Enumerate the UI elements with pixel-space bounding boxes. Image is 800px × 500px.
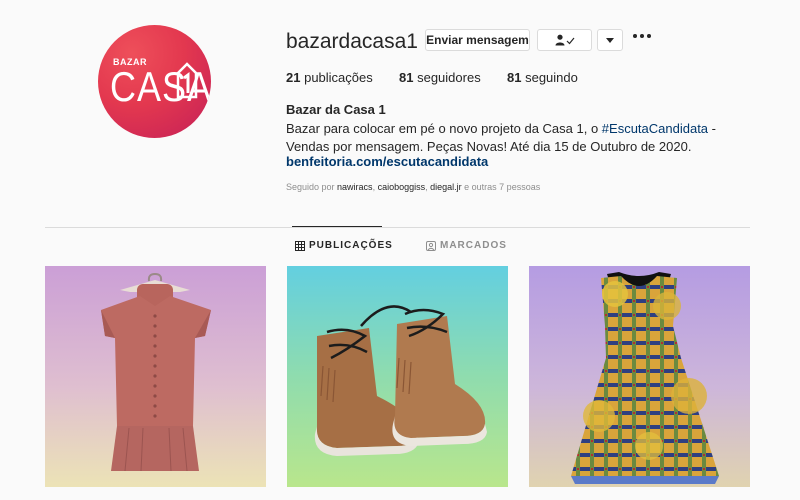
house-logo-icon <box>176 62 198 99</box>
posts-count-stat[interactable]: 21 publicações <box>286 70 373 85</box>
tab-tagged[interactable]: MARCADOS <box>426 240 507 251</box>
profile-avatar[interactable]: BAZAR CASA <box>98 25 211 138</box>
tab-posts[interactable]: PUBLICAÇÕES <box>295 240 393 251</box>
profile-username: bazardacasa1 <box>286 30 418 53</box>
bio-hashtag-link[interactable]: #EscutaCandidata <box>602 121 708 136</box>
followed-by-text[interactable]: Seguido por nawiracs, caioboggiss, diega… <box>286 182 540 192</box>
triangle-down-icon <box>606 37 614 43</box>
profile-tabs-divider <box>45 227 750 228</box>
following-count-stat[interactable]: 81 seguindo <box>507 70 578 85</box>
person-check-icon <box>555 34 574 46</box>
bio-external-link[interactable]: benfeitoria.com/escutacandidata <box>286 154 488 169</box>
post-thumbnail-blouse[interactable] <box>45 266 266 487</box>
active-tab-indicator <box>292 226 382 227</box>
suggestions-dropdown-button[interactable] <box>597 29 623 51</box>
profile-full-name: Bazar da Casa 1 <box>286 102 386 117</box>
following-button[interactable] <box>537 29 592 51</box>
followers-count-stat[interactable]: 81 seguidores <box>399 70 481 85</box>
tag-person-icon <box>426 240 436 251</box>
grid-icon <box>295 240 305 251</box>
post-thumbnail-boots[interactable] <box>287 266 508 487</box>
send-message-button[interactable]: Enviar mensagem <box>425 29 530 51</box>
more-dots-icon <box>633 34 637 38</box>
profile-bio: Bazar para colocar em pé o novo projeto … <box>286 121 716 154</box>
plaid-floral-dress-image <box>571 272 719 484</box>
more-options-button[interactable] <box>633 34 651 38</box>
suede-boots-image <box>314 305 487 456</box>
post-thumbnail-dress[interactable] <box>529 266 750 487</box>
pink-blouse-image <box>101 273 211 472</box>
